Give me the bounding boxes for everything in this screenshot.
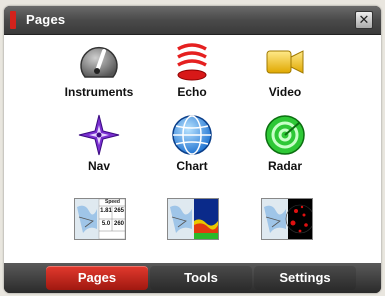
app-label: Nav [87,159,110,173]
split-page-chart-instruments[interactable]: Speed 1.81 265 5.0 260 [74,198,126,240]
app-tile-echo[interactable]: Echo [147,39,237,103]
window-title: Pages [26,12,66,27]
instrument-reading: 1.81 [100,208,112,214]
app-tile-radar[interactable]: Radar [240,113,330,177]
tab-pages[interactable]: Pages [46,266,148,290]
title-accent [10,11,16,29]
instruments-gauge-icon [80,47,118,78]
chart-globe-icon [172,115,212,155]
app-tile-video[interactable]: Video [240,39,330,103]
split-page-chart-echo[interactable] [167,198,219,240]
bottom-tab-bar: Pages Tools Settings [4,263,381,293]
app-tile-chart[interactable]: Chart [147,113,237,177]
nav-compass-icon [78,114,120,156]
instrument-reading: 265 [113,208,124,214]
echo-sonar-icon [177,43,207,81]
chart-echo-thumbnail [168,199,218,239]
chart-radar-thumbnail [262,199,312,239]
app-label: Chart [176,159,208,173]
instrument-reading: 5.0 [101,221,111,227]
app-label: Video [268,85,302,99]
pages-grid: Instruments Echo Video Nav Chart Radar S… [4,35,381,263]
tab-settings[interactable]: Settings [254,266,356,290]
tab-tools[interactable]: Tools [150,266,252,290]
app-label: Radar [267,159,302,173]
split-page-chart-radar[interactable] [261,198,313,240]
video-camera-icon [266,50,304,74]
title-bar: Pages ✕ [4,6,381,35]
radar-icon [265,115,305,155]
app-label: Echo [177,85,207,99]
pages-window: Pages ✕ Instruments Echo Video Nav Chart… [4,6,381,293]
instrument-reading: 260 [113,221,124,227]
close-button[interactable]: ✕ [355,11,373,29]
app-label: Instruments [64,85,134,99]
app-tile-nav[interactable]: Nav [54,113,144,177]
chart-thumbnail [75,199,125,239]
instrument-header: Speed [104,199,120,205]
app-tile-instruments[interactable]: Instruments [54,39,144,103]
